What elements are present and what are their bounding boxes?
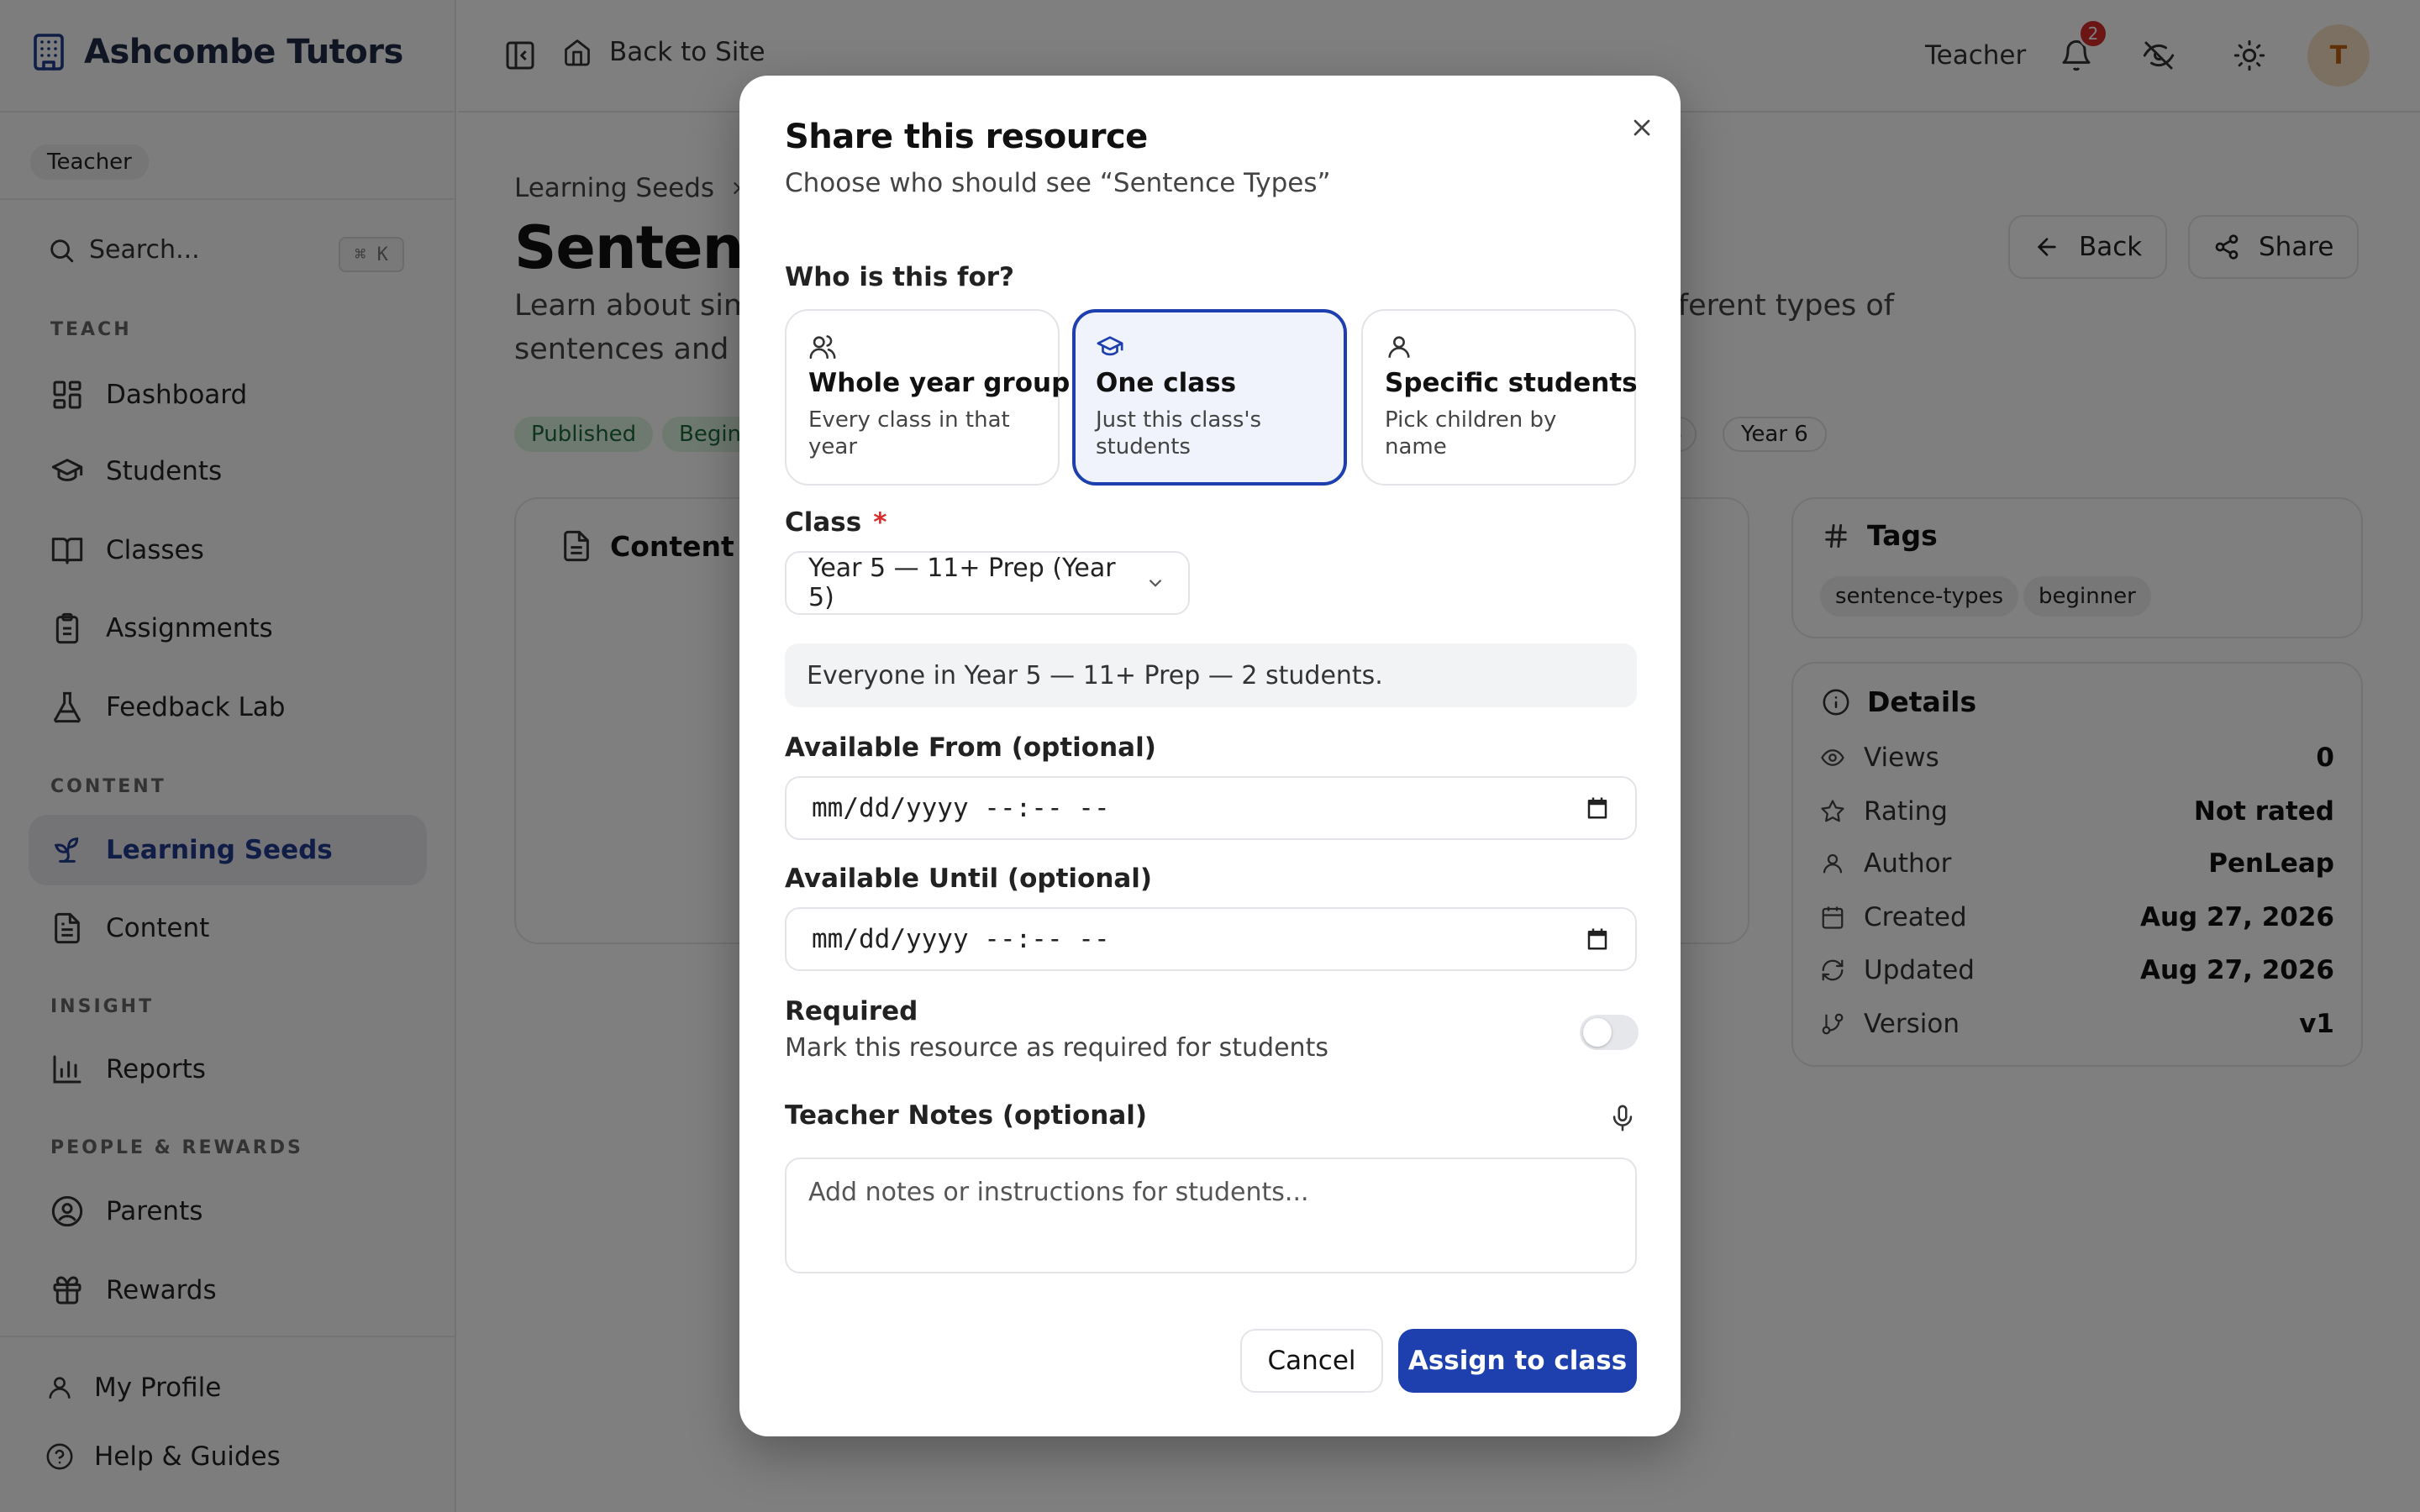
option-specific-students[interactable]: Specific students Pick children by name xyxy=(1361,309,1638,486)
microphone-icon[interactable] xyxy=(1608,1104,1637,1132)
option-title: Specific students xyxy=(1385,368,1638,398)
available-from-label: Available From (optional) xyxy=(785,732,1156,763)
graduation-cap-icon xyxy=(1096,333,1323,361)
available-until-label: Available Until (optional) xyxy=(785,864,1153,894)
class-info-banner: Everyone in Year 5 — 11+ Prep — 2 studen… xyxy=(785,643,1637,707)
class-select-value: Year 5 — 11+ Prep (Year 5) xyxy=(808,554,1116,612)
user-icon xyxy=(1385,333,1612,361)
required-mark: * xyxy=(873,507,887,538)
dialog-title: Share this resource xyxy=(785,118,1148,156)
class-label: Class * xyxy=(785,507,886,538)
teacher-notes-textarea[interactable]: Add notes or instructions for students..… xyxy=(785,1158,1637,1273)
toggle-knob xyxy=(1583,1018,1612,1047)
available-from-input[interactable]: mm/dd/yyyy --:-- -- xyxy=(785,776,1637,840)
dialog-subtitle: Choose who should see “Sentence Types” xyxy=(785,168,1331,198)
share-resource-dialog: Share this resource Choose who should se… xyxy=(739,76,1681,1436)
users-icon xyxy=(808,333,1036,361)
close-icon[interactable] xyxy=(1622,108,1662,148)
option-whole-year-group[interactable]: Whole year group Every class in that yea… xyxy=(785,309,1071,486)
class-label-text: Class xyxy=(785,507,862,538)
option-title: Whole year group xyxy=(808,368,1071,398)
required-label: Required xyxy=(785,996,918,1026)
required-toggle[interactable] xyxy=(1580,1015,1639,1050)
date-placeholder: mm/dd/yyyy --:-- -- xyxy=(812,924,1110,954)
option-title: One class xyxy=(1096,368,1237,398)
audience-label: Who is this for? xyxy=(785,262,1015,292)
available-until-input[interactable]: mm/dd/yyyy --:-- -- xyxy=(785,907,1637,971)
assign-to-class-button[interactable]: Assign to class xyxy=(1398,1329,1637,1393)
teacher-notes-label: Teacher Notes (optional) xyxy=(785,1100,1148,1131)
option-description: Every class in that year xyxy=(808,407,1010,459)
class-select[interactable]: Year 5 — 11+ Prep (Year 5) xyxy=(785,551,1190,615)
date-placeholder: mm/dd/yyyy --:-- -- xyxy=(812,793,1110,823)
chevron-down-icon xyxy=(1144,572,1166,594)
option-description: Pick children by name xyxy=(1385,407,1557,459)
option-one-class[interactable]: One class Just this class's students xyxy=(1072,309,1347,486)
calendar-icon[interactable] xyxy=(1585,795,1610,821)
option-description: Just this class's students xyxy=(1096,407,1262,459)
required-description: Mark this resource as required for stude… xyxy=(785,1033,1328,1063)
cancel-button[interactable]: Cancel xyxy=(1240,1329,1383,1393)
calendar-icon[interactable] xyxy=(1585,927,1610,952)
